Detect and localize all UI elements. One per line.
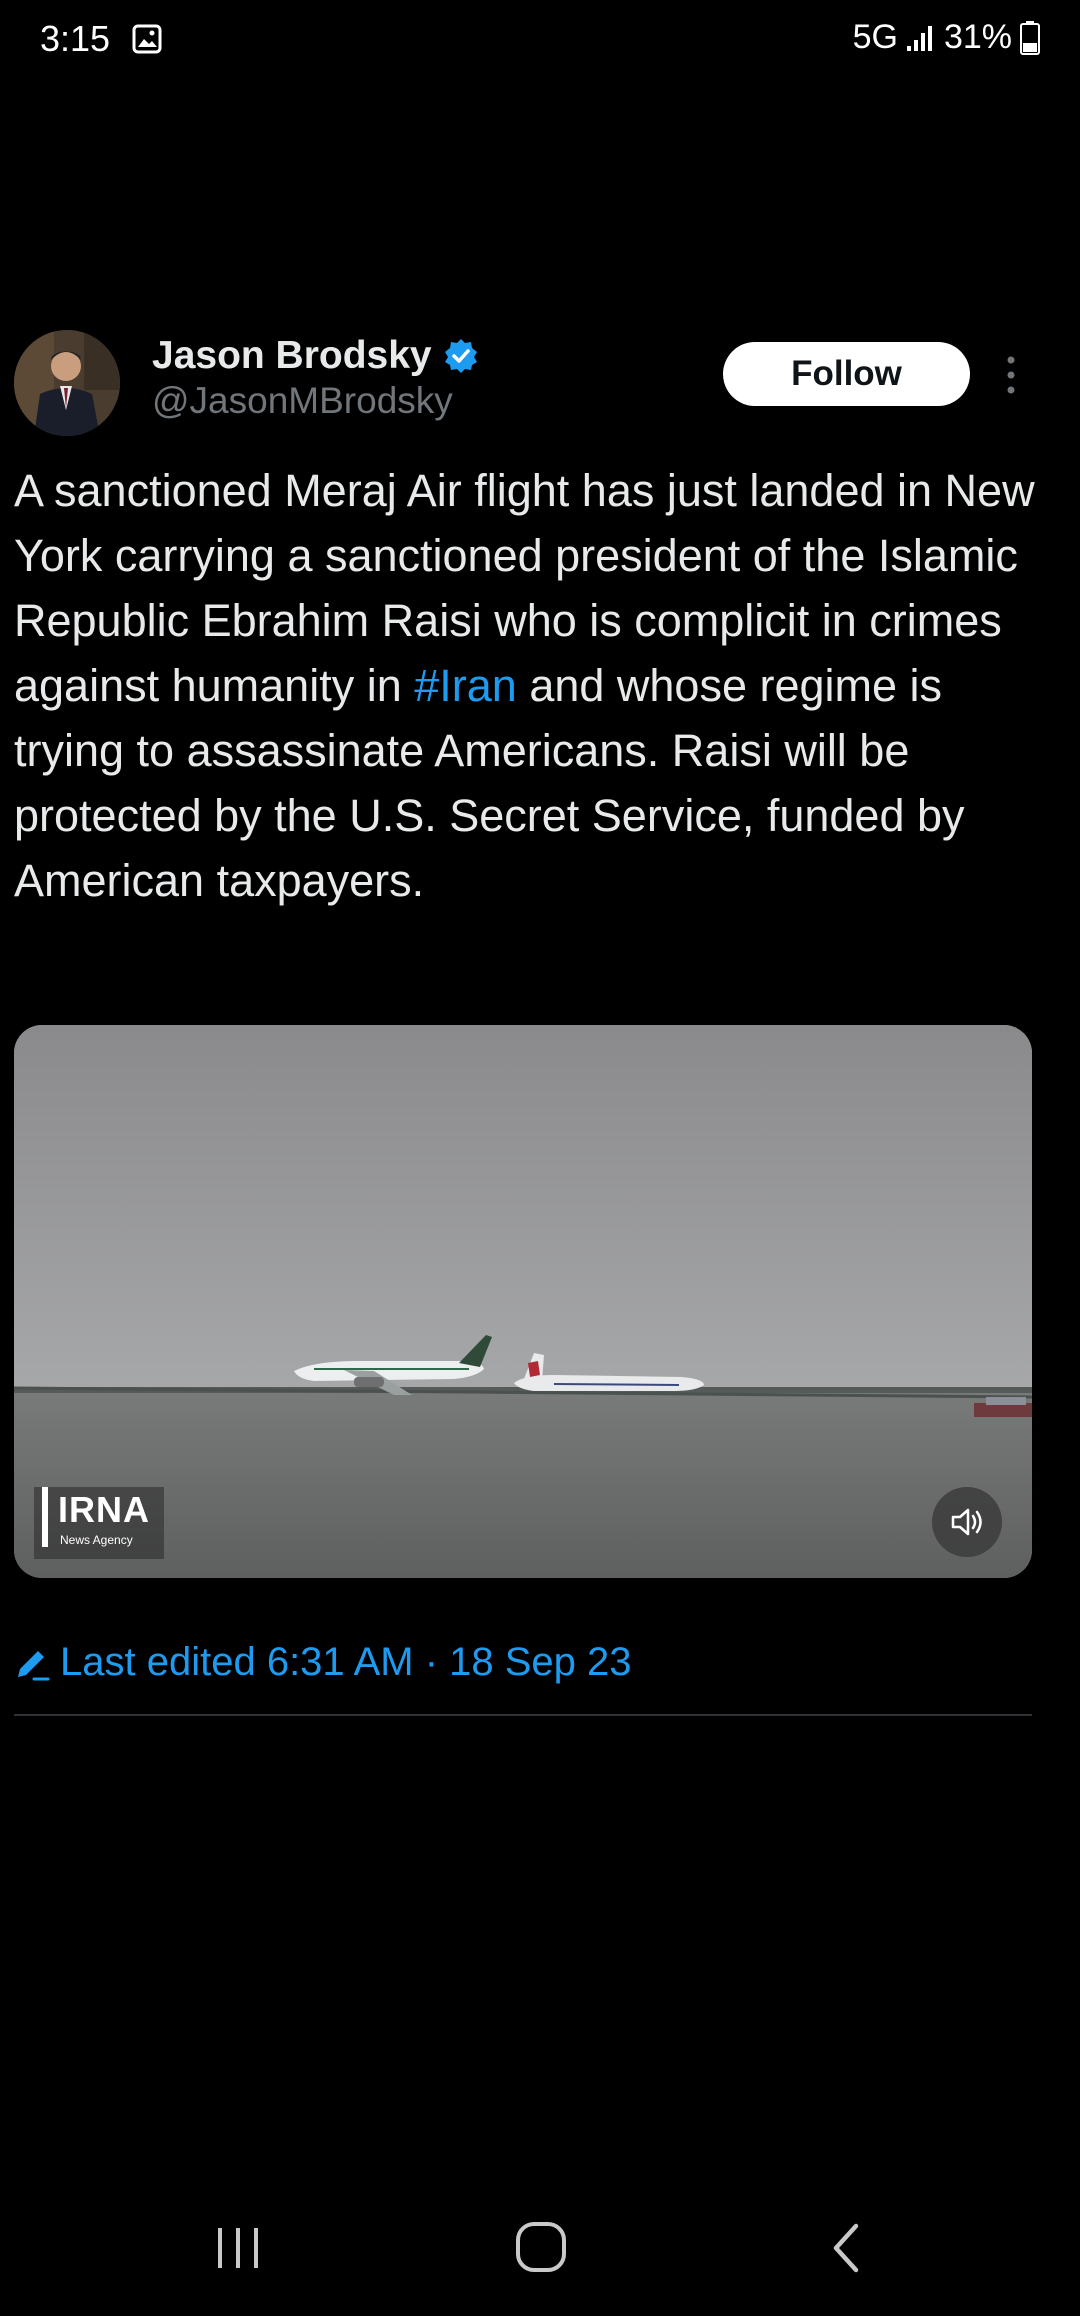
- irna-watermark: IRNA: [58, 1489, 150, 1530]
- edited-label: Last edited 6:31 AM · 18 Sep 23: [60, 1640, 632, 1684]
- tweet-video[interactable]: IRNA News Agency: [14, 1025, 1032, 1578]
- verified-badge-icon: [444, 339, 477, 373]
- back-icon[interactable]: [822, 2220, 872, 2276]
- edit-pencil-icon: [18, 1650, 50, 1680]
- irna-watermark-sub: News Agency: [60, 1533, 133, 1547]
- status-right: 5G 31%: [853, 18, 1040, 57]
- home-icon[interactable]: [512, 2218, 570, 2276]
- volume-icon: [951, 1508, 982, 1536]
- edited-info[interactable]: Last edited 6:31 AM · 18 Sep 23: [14, 1640, 632, 1685]
- tweet-text: A sanctioned Meraj Air flight has just l…: [14, 458, 1044, 913]
- author-handle[interactable]: @JasonMBrodsky: [152, 380, 453, 422]
- status-bar: 3:15 5G 31%: [0, 0, 1080, 80]
- more-options-icon[interactable]: [998, 354, 1024, 396]
- battery-percent: 31%: [943, 18, 1012, 56]
- divider: [14, 1714, 1032, 1716]
- author-name-row: Jason Brodsky: [152, 334, 480, 378]
- hashtag-link[interactable]: #Iran: [414, 660, 517, 711]
- gallery-icon: [132, 24, 162, 54]
- avatar[interactable]: [14, 330, 120, 436]
- volume-button[interactable]: [932, 1487, 1002, 1557]
- avatar-image: [14, 330, 120, 436]
- recent-apps-icon[interactable]: [210, 2220, 266, 2276]
- follow-button[interactable]: Follow: [723, 342, 970, 406]
- navigation-bar: [0, 2180, 1080, 2316]
- battery-icon: [1020, 20, 1040, 55]
- signal-icon: [906, 25, 932, 51]
- status-time: 3:15: [40, 18, 111, 59]
- network-type: 5G: [852, 18, 898, 56]
- video-frame: [14, 1025, 1032, 1578]
- author-name[interactable]: Jason Brodsky: [152, 334, 432, 378]
